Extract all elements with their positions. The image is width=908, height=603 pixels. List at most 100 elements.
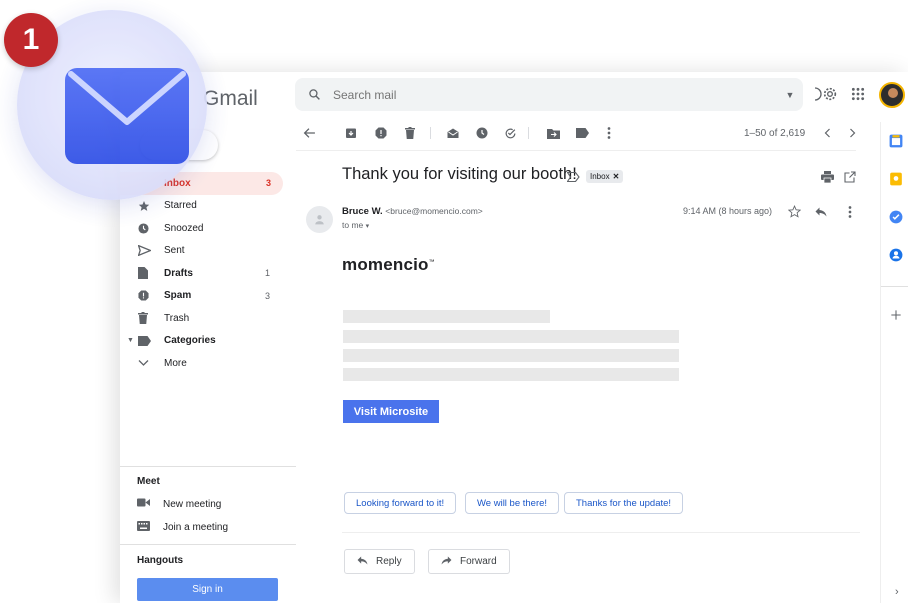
sender-avatar	[306, 206, 333, 233]
brand-logo: momencio™	[342, 255, 435, 275]
hangouts-sign-in-button[interactable]: Sign in	[137, 578, 278, 601]
back-arrow-icon[interactable]	[302, 126, 316, 140]
expand-caret-icon[interactable]: ▼	[127, 337, 134, 344]
reply-button[interactable]: Reply	[344, 549, 415, 574]
toolbar-divider	[528, 127, 529, 139]
next-page-icon[interactable]	[845, 126, 859, 140]
reply-icon[interactable]	[814, 205, 827, 218]
clock-icon	[138, 223, 164, 234]
side-panel-rail	[880, 122, 908, 603]
new-meeting-label: New meeting	[163, 498, 222, 510]
sidebar-item-label: Sent	[164, 245, 185, 257]
gmail-logo-text[interactable]: Gmail	[203, 87, 258, 111]
sender-line: Bruce W. <bruce@momencio.com>	[342, 206, 483, 217]
envelope-icon	[65, 68, 189, 164]
email-subject: Thank you for visiting our booth!	[342, 165, 577, 183]
draft-icon	[138, 267, 164, 280]
move-to-icon[interactable]	[546, 126, 560, 140]
reply-label: Reply	[376, 556, 402, 567]
sidebar-item-drafts[interactable]: Drafts 1	[120, 262, 290, 285]
reply-divider	[342, 532, 860, 533]
sidebar-item-spam[interactable]: Spam 3	[120, 285, 290, 308]
remove-label-icon[interactable]: ✕	[613, 172, 620, 181]
keyboard-icon	[137, 521, 163, 534]
delete-icon[interactable]	[403, 126, 417, 140]
sidebar-item-trash[interactable]: Trash	[120, 307, 290, 330]
keep-icon[interactable]	[889, 172, 903, 186]
chevron-down-icon	[138, 359, 164, 367]
importance-marker-icon[interactable]	[566, 169, 580, 187]
label-icon[interactable]	[575, 126, 589, 140]
rail-divider	[881, 286, 908, 287]
toolbar-divider	[430, 127, 431, 139]
new-meeting-button[interactable]: New meeting	[137, 498, 221, 510]
calendar-icon[interactable]	[889, 134, 903, 148]
search-input[interactable]	[333, 87, 777, 102]
draft-count: 1	[264, 268, 270, 279]
send-icon	[138, 245, 164, 257]
archive-icon[interactable]	[344, 126, 358, 140]
sidebar-item-snoozed[interactable]: Snoozed	[120, 217, 290, 240]
label-chip-text: Inbox	[590, 172, 610, 181]
mark-unread-icon[interactable]	[446, 126, 460, 140]
video-camera-icon	[137, 498, 163, 510]
inbox-label-chip[interactable]: Inbox ✕	[586, 170, 624, 183]
sidebar-divider	[120, 466, 296, 467]
star-outline-icon[interactable]	[788, 205, 801, 218]
smart-reply-chip[interactable]: Looking forward to it!	[344, 492, 457, 514]
expand-panel-chevron-icon[interactable]: ›	[895, 586, 899, 598]
sidebar-item-label: Starred	[164, 200, 197, 212]
sidebar-item-more[interactable]: More	[120, 352, 290, 375]
hangouts-section-title: Hangouts	[137, 555, 184, 566]
gear-icon[interactable]	[821, 85, 839, 103]
search-bar[interactable]: ▼	[295, 78, 803, 111]
sidebar-item-categories[interactable]: ▼ Categories	[120, 330, 290, 353]
tasks-icon[interactable]	[889, 210, 903, 224]
apps-grid-icon[interactable]	[849, 85, 867, 103]
gmail-window: Gmail ▼ Inbox 3 Starred Snoozed	[120, 72, 908, 603]
visit-microsite-button[interactable]: Visit Microsite	[343, 400, 439, 423]
placeholder-text-line	[343, 368, 679, 381]
reply-icon	[357, 555, 368, 568]
join-meeting-label: Join a meeting	[163, 522, 229, 533]
placeholder-text-line	[343, 330, 679, 343]
unread-count: 3	[265, 178, 271, 189]
avatar[interactable]	[879, 82, 905, 108]
snooze-icon[interactable]	[475, 126, 489, 140]
print-icon[interactable]	[818, 168, 836, 186]
message-toolbar: 1–50 of 2,619	[300, 122, 870, 146]
sidebar-item-starred[interactable]: Starred	[120, 195, 290, 218]
report-spam-icon[interactable]	[374, 126, 388, 140]
placeholder-text-line	[343, 310, 550, 323]
search-icon[interactable]	[295, 88, 333, 101]
sidebar-item-label: Spam	[164, 290, 192, 302]
label-icon	[138, 335, 164, 346]
sender-name[interactable]: Bruce W.	[342, 206, 383, 217]
contacts-icon[interactable]	[889, 248, 903, 262]
placeholder-text-line	[343, 349, 679, 362]
trademark-mark: ™	[428, 259, 435, 266]
message-timestamp: 9:14 AM (8 hours ago)	[683, 206, 773, 216]
recipients-toggle[interactable]: to me ▾	[342, 220, 369, 230]
sidebar-divider	[120, 544, 296, 545]
recipients-label: to me	[342, 220, 364, 230]
brand-wordmark: momencio	[342, 255, 429, 274]
add-addon-icon[interactable]	[889, 308, 903, 322]
search-options-icon[interactable]: ▼	[777, 90, 803, 100]
smart-reply-chip[interactable]: Thanks for the update!	[564, 492, 684, 514]
more-vert-icon[interactable]	[843, 205, 856, 218]
sidebar-item-label: Categories	[164, 335, 216, 347]
forward-button[interactable]: Forward	[428, 549, 510, 574]
join-meeting-button[interactable]: Join a meeting	[137, 521, 228, 534]
smart-reply-chip[interactable]: We will be there!	[465, 492, 560, 514]
sidebar-item-sent[interactable]: Sent	[120, 240, 290, 263]
sidebar-nav: Inbox 3 Starred Snoozed Sent Drafts 1 Sp…	[120, 172, 290, 375]
sidebar-item-label: More	[164, 357, 187, 369]
more-vert-icon[interactable]	[602, 126, 616, 140]
add-task-icon[interactable]	[503, 126, 517, 140]
forward-label: Forward	[460, 556, 497, 567]
sender-email: <bruce@momencio.com>	[385, 206, 483, 216]
pagination-text: 1–50 of 2,619	[744, 128, 806, 139]
open-new-window-icon[interactable]	[841, 168, 859, 186]
prev-page-icon[interactable]	[820, 126, 834, 140]
